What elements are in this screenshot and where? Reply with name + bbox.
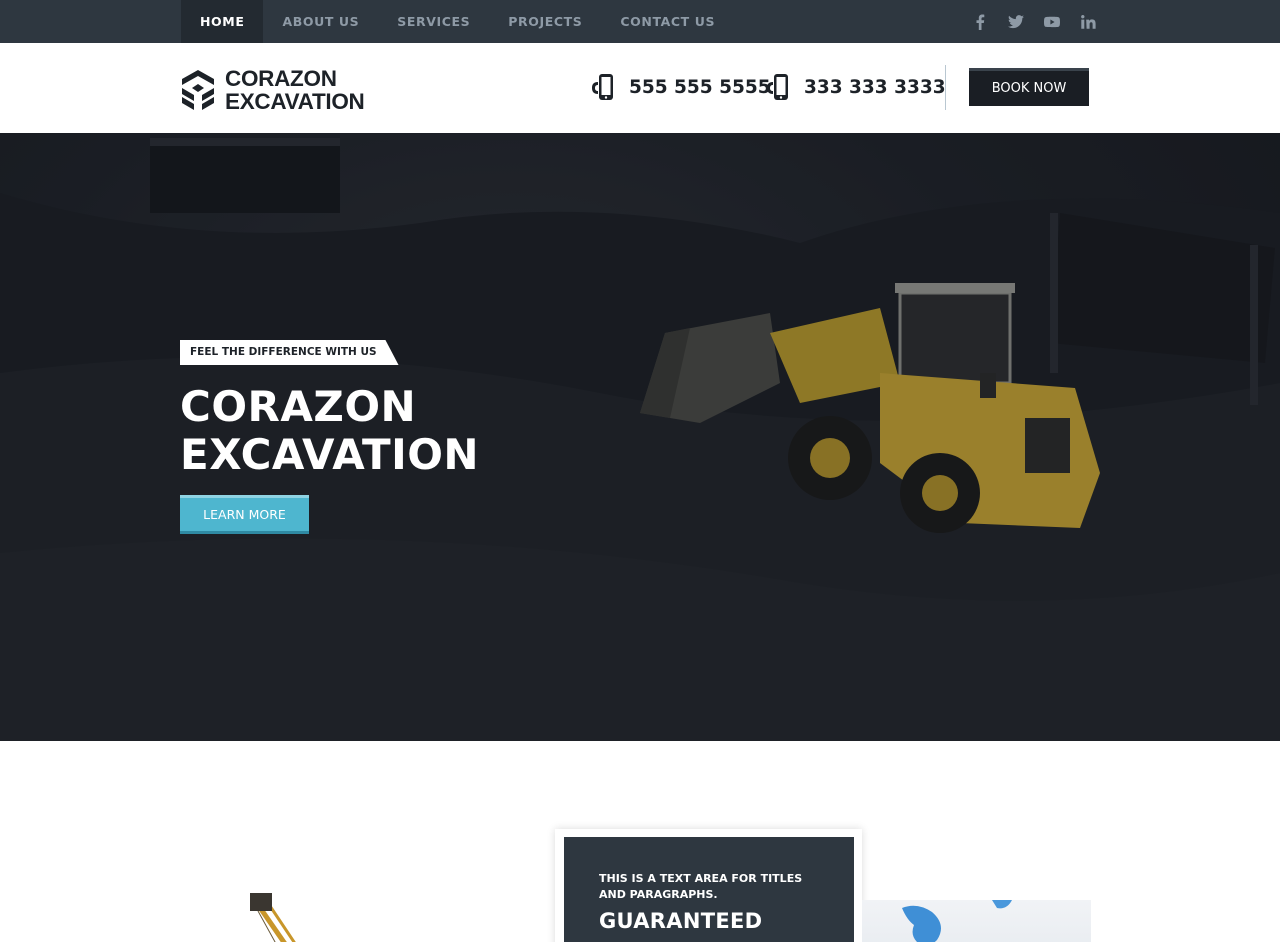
top-navbar: HOME ABOUT US SERVICES PROJECTS CONTACT … [0,0,1280,43]
logo-mark-icon [182,70,214,110]
feature-card-text: THIS IS A TEXT AREA FOR TITLES AND PARAG… [599,872,803,901]
social-links [970,0,1098,43]
mobile-phone-icon [592,74,613,100]
crane-image [250,893,296,942]
phone-number-text: 333 333 3333 [804,76,946,98]
twitter-icon[interactable] [1006,12,1026,32]
mobile-phone-icon [767,74,788,100]
hero-tagline: FEEL THE DIFFERENCE WITH US [180,340,399,365]
phone-number-1[interactable]: 555 555 5555 [591,73,771,101]
learn-more-button[interactable]: LEARN MORE [180,495,309,534]
main-nav: HOME ABOUT US SERVICES PROJECTS CONTACT … [181,0,734,43]
hero-title-line-2: EXCAVATION [180,430,480,479]
book-now-button[interactable]: BOOK NOW [969,68,1089,106]
nav-projects[interactable]: PROJECTS [489,0,601,43]
youtube-icon[interactable] [1042,12,1062,32]
site-header: CORAZON EXCAVATION 555 555 5555 333 333 … [0,43,1280,133]
logo-line-1: CORAZON [225,66,337,91]
nav-contact-us[interactable]: CONTACT US [601,0,734,43]
nav-about-us[interactable]: ABOUT US [263,0,378,43]
header-divider [945,65,946,110]
hero-banner: FEEL THE DIFFERENCE WITH US CORAZON EXCA… [0,133,1280,741]
hero-title-line-1: CORAZON [180,382,417,431]
phone-number-2[interactable]: 333 333 3333 [766,73,946,101]
nav-services[interactable]: SERVICES [378,0,489,43]
logo-text: CORAZON EXCAVATION [225,67,365,113]
facebook-icon[interactable] [970,12,990,32]
sky-image [862,900,1091,942]
hero-title: CORAZON EXCAVATION [180,383,479,479]
logo-line-2: EXCAVATION [225,89,365,114]
feature-card-heading: GUARANTEED [599,909,763,933]
site-logo[interactable]: CORAZON EXCAVATION [180,67,365,113]
phone-number-text: 555 555 5555 [629,76,771,98]
nav-home[interactable]: HOME [181,0,264,43]
linkedin-icon[interactable] [1078,12,1098,32]
features-section: THIS IS A TEXT AREA FOR TITLES AND PARAG… [0,741,1280,942]
feature-card: THIS IS A TEXT AREA FOR TITLES AND PARAG… [564,837,854,942]
